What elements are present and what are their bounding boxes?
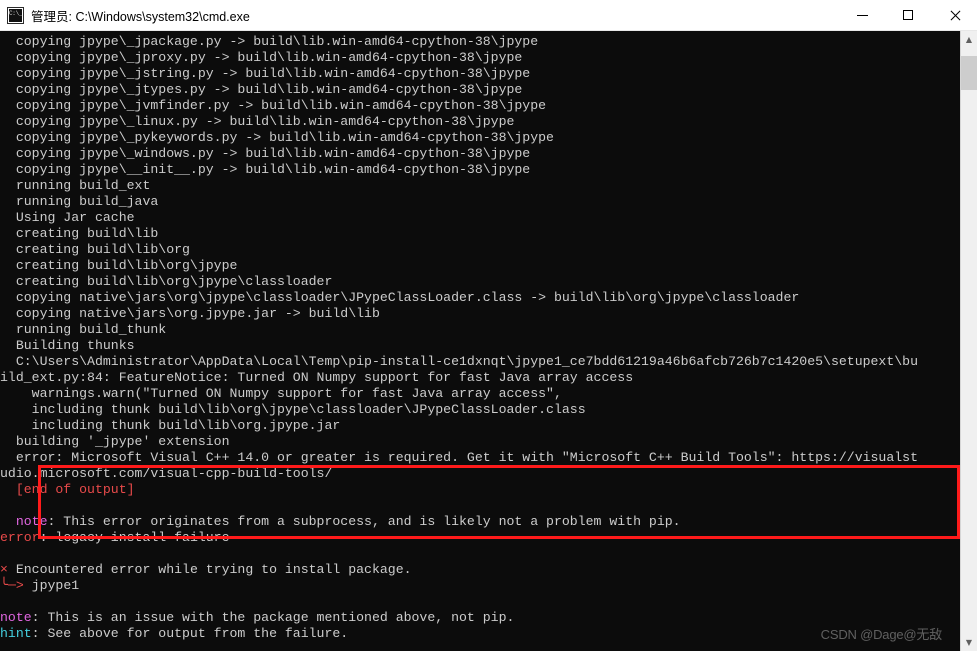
terminal-line: error: Microsoft Visual C++ 14.0 or grea… bbox=[0, 450, 960, 466]
terminal-text: including thunk build\lib\org\jpype\clas… bbox=[0, 402, 586, 417]
terminal-line: copying native\jars\org.jpype.jar -> bui… bbox=[0, 306, 960, 322]
terminal-line: including thunk build\lib\org.jpype.jar bbox=[0, 418, 960, 434]
terminal-line: copying jpype\_jtypes.py -> build\lib.wi… bbox=[0, 82, 960, 98]
terminal-text: including thunk build\lib\org.jpype.jar bbox=[0, 418, 341, 433]
terminal-text: copying jpype\_pykeywords.py -> build\li… bbox=[0, 130, 554, 145]
terminal-line: note: This error originates from a subpr… bbox=[0, 514, 960, 530]
window-controls bbox=[839, 0, 977, 30]
terminal-line: creating build\lib\org bbox=[0, 242, 960, 258]
terminal-line: Building thunks bbox=[0, 338, 960, 354]
maximize-button[interactable] bbox=[885, 0, 931, 30]
note-label: note bbox=[0, 514, 48, 529]
terminal-line: copying jpype\_pykeywords.py -> build\li… bbox=[0, 130, 960, 146]
scroll-down-button[interactable]: ▼ bbox=[961, 634, 977, 651]
terminal-text: copying jpype\_jvmfinder.py -> build\lib… bbox=[0, 98, 547, 113]
terminal-line: creating build\lib bbox=[0, 226, 960, 242]
maximize-icon bbox=[903, 10, 913, 20]
terminal-line: ild_ext.py:84: FeatureNotice: Turned ON … bbox=[0, 370, 960, 386]
terminal-line: copying native\jars\org\jpype\classloade… bbox=[0, 290, 960, 306]
terminal-text: copying jpype\__init__.py -> build\lib.w… bbox=[0, 162, 531, 177]
terminal-text: copying jpype\_linux.py -> build\lib.win… bbox=[0, 114, 515, 129]
terminal-text: warnings.warn("Turned ON Numpy support f… bbox=[0, 386, 562, 401]
terminal-text: copying jpype\_jpackage.py -> build\lib.… bbox=[0, 34, 960, 642]
terminal-text: copying native\jars\org\jpype\classloade… bbox=[0, 290, 800, 305]
terminal-text: building '_jpype' extension bbox=[0, 434, 230, 449]
branch-arrow-icon: ╰─> bbox=[0, 578, 24, 593]
terminal-text: error: Microsoft Visual C++ 14.0 or grea… bbox=[0, 450, 918, 465]
terminal-text: copying native\jars\org.jpype.jar -> bui… bbox=[0, 306, 380, 321]
terminal-line: copying jpype\_linux.py -> build\lib.win… bbox=[0, 114, 960, 130]
terminal-line: including thunk build\lib\org\jpype\clas… bbox=[0, 402, 960, 418]
window-body: copying jpype\_jpackage.py -> build\lib.… bbox=[0, 31, 977, 651]
close-icon bbox=[949, 10, 960, 21]
terminal-line: × Encountered error while trying to inst… bbox=[0, 562, 960, 578]
terminal-line: Using Jar cache bbox=[0, 210, 960, 226]
terminal-line: copying jpype\_jpackage.py -> build\lib.… bbox=[0, 34, 960, 50]
terminal-line: running build_thunk bbox=[0, 322, 960, 338]
console-output-area[interactable]: copying jpype\_jpackage.py -> build\lib.… bbox=[0, 31, 960, 651]
note-label: note bbox=[0, 610, 32, 625]
title-bar: 管理员: C:\Windows\system32\cmd.exe bbox=[0, 0, 977, 31]
close-button[interactable] bbox=[931, 0, 977, 30]
minimize-button[interactable] bbox=[839, 0, 885, 30]
terminal-text: C:\Users\Administrator\AppData\Local\Tem… bbox=[0, 354, 918, 369]
terminal-line: warnings.warn("Turned ON Numpy support f… bbox=[0, 386, 960, 402]
vertical-scrollbar[interactable]: ▲ ▼ bbox=[960, 31, 977, 651]
terminal-line: running build_java bbox=[0, 194, 960, 210]
cmd-icon bbox=[7, 6, 24, 24]
terminal-text: Using Jar cache bbox=[0, 210, 135, 225]
window-title: 管理员: C:\Windows\system32\cmd.exe bbox=[31, 9, 250, 24]
terminal-line: note: This is an issue with the package … bbox=[0, 610, 960, 626]
terminal-line: creating build\lib\org\jpype bbox=[0, 258, 960, 274]
note-text: : This error originates from a subproces… bbox=[47, 514, 681, 529]
terminal-line: C:\Users\Administrator\AppData\Local\Tem… bbox=[0, 354, 960, 370]
watermark: CSDN @Dage@无敌 bbox=[820, 627, 943, 642]
note-text: : This is an issue with the package ment… bbox=[31, 610, 515, 625]
terminal-text: running build_thunk bbox=[0, 322, 167, 337]
terminal-line: [end of output] bbox=[0, 482, 960, 498]
hint-label: hint bbox=[0, 626, 32, 641]
terminal-text: creating build\lib\org\jpype\classloader bbox=[0, 274, 333, 289]
terminal-line: udio.microsoft.com/visual-cpp-build-tool… bbox=[0, 466, 960, 482]
terminal-text: udio.microsoft.com/visual-cpp-build-tool… bbox=[0, 466, 333, 481]
terminal-text: copying jpype\_jstring.py -> build\lib.w… bbox=[0, 66, 531, 81]
error-label: error bbox=[0, 530, 40, 545]
terminal-line: copying jpype\_jstring.py -> build\lib.w… bbox=[0, 66, 960, 82]
cmd-window: 管理员: C:\Windows\system32\cmd.exe copying… bbox=[0, 0, 977, 651]
scrollbar-thumb[interactable] bbox=[961, 56, 977, 90]
terminal-line: creating build\lib\org\jpype\classloader bbox=[0, 274, 960, 290]
scrollbar-track[interactable] bbox=[961, 48, 977, 634]
terminal-line: hint: See above for output from the fail… bbox=[0, 626, 960, 642]
terminal-text: creating build\lib\org\jpype bbox=[0, 258, 238, 273]
terminal-text: copying jpype\_windows.py -> build\lib.w… bbox=[0, 146, 531, 161]
terminal-text-red: [end of output] bbox=[0, 482, 135, 497]
terminal-line: copying jpype\_jproxy.py -> build\lib.wi… bbox=[0, 50, 960, 66]
terminal-text: running build_java bbox=[0, 194, 159, 209]
scroll-up-button[interactable]: ▲ bbox=[961, 31, 977, 48]
error-cross-icon: × bbox=[0, 562, 8, 577]
error-text: : legacy-install-failure bbox=[39, 530, 230, 545]
terminal-line: copying jpype\_jvmfinder.py -> build\lib… bbox=[0, 98, 960, 114]
failed-package-name: jpype1 bbox=[23, 578, 80, 593]
terminal-line: running build_ext bbox=[0, 178, 960, 194]
minimize-icon bbox=[856, 14, 868, 16]
terminal-line: copying jpype\_windows.py -> build\lib.w… bbox=[0, 146, 960, 162]
error-summary-text: Encountered error while trying to instal… bbox=[7, 562, 412, 577]
hint-text: : See above for output from the failure. bbox=[31, 626, 349, 641]
terminal-text: Building thunks bbox=[0, 338, 135, 353]
terminal-text: copying jpype\_jpackage.py -> build\lib.… bbox=[0, 34, 539, 49]
terminal-line: building '_jpype' extension bbox=[0, 434, 960, 450]
terminal-text: creating build\lib bbox=[0, 226, 159, 241]
terminal-text: copying jpype\_jtypes.py -> build\lib.wi… bbox=[0, 82, 523, 97]
terminal-line: error: legacy-install-failure bbox=[0, 530, 960, 546]
terminal-text: copying jpype\_jproxy.py -> build\lib.wi… bbox=[0, 50, 523, 65]
terminal-line: ╰─> jpype1 bbox=[0, 578, 960, 594]
terminal-text: running build_ext bbox=[0, 178, 151, 193]
terminal-text: creating build\lib\org bbox=[0, 242, 190, 257]
terminal-line: copying jpype\__init__.py -> build\lib.w… bbox=[0, 162, 960, 178]
terminal-text: ild_ext.py:84: FeatureNotice: Turned ON … bbox=[0, 370, 634, 385]
